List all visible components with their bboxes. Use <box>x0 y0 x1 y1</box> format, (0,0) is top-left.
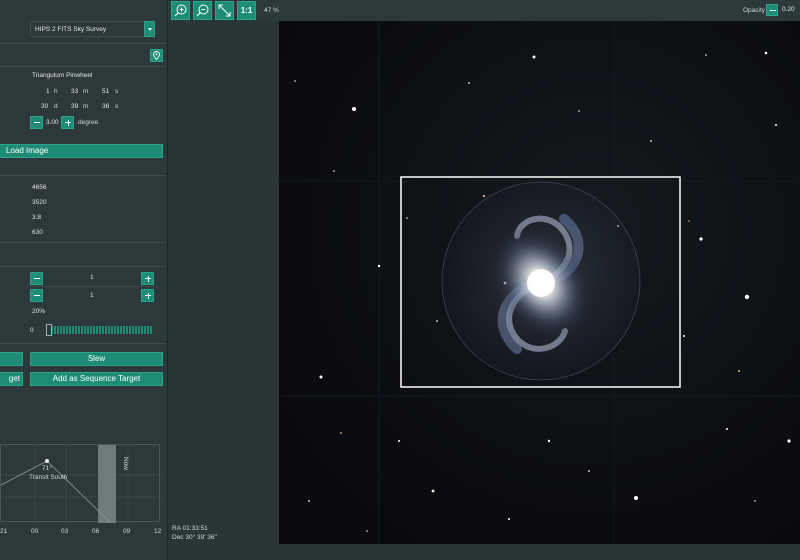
ra-minutes-field[interactable]: 33 <box>71 88 78 95</box>
current-time-band <box>98 445 116 523</box>
divider <box>0 266 165 267</box>
load-image-button[interactable]: Load Image <box>0 144 163 158</box>
horizontal-panels-decrease-button[interactable] <box>30 272 43 285</box>
fov-field[interactable]: 3.00 <box>46 119 59 126</box>
transit-marker <box>45 459 49 463</box>
divider <box>0 242 165 243</box>
ra-hours-unit: h <box>54 88 58 95</box>
app-window: HIPS 2 FITS Sky Survey Triangulum Pinwhe… <box>0 0 800 560</box>
time-tick: 12 <box>154 528 162 535</box>
fov-unit: degree <box>78 119 99 126</box>
chevron-down-icon[interactable] <box>144 21 155 37</box>
focal-length-field[interactable]: 630 <box>32 229 43 236</box>
vertical-panels-decrease-button[interactable] <box>30 289 43 302</box>
divider <box>0 175 165 176</box>
dec-minutes-field[interactable]: 39 <box>71 103 78 110</box>
ra-readout: RA 01:33:51 <box>172 525 208 532</box>
fov-increase-button[interactable] <box>61 116 74 129</box>
opacity-value[interactable]: 0.20 <box>780 4 796 16</box>
dec-degrees-unit: d <box>54 103 58 110</box>
opacity-decrease-button[interactable] <box>766 4 778 16</box>
image-toolbar: 1:1 47 % Opacity 0.20 <box>168 0 800 21</box>
one-to-one-button[interactable]: 1:1 <box>237 1 256 20</box>
altitude-curve <box>1 460 112 523</box>
zoom-in-icon[interactable] <box>171 1 190 20</box>
zoom-out-icon[interactable] <box>193 1 212 20</box>
cursor-coordinates: RA 01:33:51 Dec 30° 39' 36" <box>172 524 217 542</box>
now-label: Now <box>122 457 129 471</box>
framing-panel: HIPS 2 FITS Sky Survey Triangulum Pinwhe… <box>0 0 168 560</box>
horizontal-panels-field[interactable]: 1 <box>90 274 94 281</box>
peak-altitude-label: 71° <box>42 465 52 472</box>
target-name-field[interactable]: Triangulum Pinwheel <box>32 72 92 79</box>
fov-decrease-button[interactable] <box>30 116 43 129</box>
ra-hours-field[interactable]: 1 <box>46 88 50 95</box>
divider <box>0 343 165 344</box>
vertical-panels-increase-button[interactable] <box>141 289 154 302</box>
dec-degrees-field[interactable]: 30 <box>41 103 48 110</box>
left-action-button[interactable] <box>0 352 23 366</box>
slew-button[interactable]: Slew <box>30 352 163 366</box>
ra-seconds-unit: s <box>115 88 119 95</box>
time-tick: 00 <box>31 528 39 535</box>
dec-readout: Dec 30° 39' 36" <box>172 534 217 541</box>
zoom-percent: 47 % <box>264 7 279 14</box>
rotation-slider[interactable] <box>48 326 152 334</box>
divider <box>0 43 165 44</box>
divider <box>0 66 165 67</box>
altitude-chart-canvas <box>1 445 161 523</box>
dec-seconds-unit: s <box>115 103 119 110</box>
dec-minutes-unit: m <box>83 103 89 110</box>
opacity-label: Opacity <box>743 7 766 14</box>
rotation-value: 0 <box>30 327 34 334</box>
rotation-slider-thumb[interactable] <box>46 324 52 336</box>
divider <box>30 286 155 287</box>
time-tick: 06 <box>92 528 100 535</box>
transit-label: Transit South <box>29 474 68 481</box>
ra-seconds-field[interactable]: 51 <box>102 88 109 95</box>
add-sequence-target-button[interactable]: Add as Sequence Target <box>30 372 163 386</box>
time-tick: 03 <box>61 528 69 535</box>
set-target-button[interactable]: get <box>0 372 23 386</box>
altitude-chart: 71° Transit South Now <box>0 444 161 523</box>
fit-to-window-icon[interactable] <box>215 1 234 20</box>
sky-image-view[interactable] <box>279 21 800 544</box>
camera-height-field[interactable]: 3520 <box>32 199 46 206</box>
location-pin-icon[interactable] <box>150 49 163 62</box>
overlap-field[interactable]: 20% <box>32 308 45 315</box>
time-tick: 09 <box>123 528 131 535</box>
sky-image <box>279 21 800 544</box>
time-tick: 21 <box>0 528 8 535</box>
horizontal-panels-increase-button[interactable] <box>141 272 154 285</box>
image-source-select[interactable]: HIPS 2 FITS Sky Survey <box>30 21 155 37</box>
vertical-panels-field[interactable]: 1 <box>90 292 94 299</box>
camera-width-field[interactable]: 4656 <box>32 184 46 191</box>
dec-seconds-field[interactable]: 36 <box>102 103 109 110</box>
ra-minutes-unit: m <box>83 88 89 95</box>
image-source-value: HIPS 2 FITS Sky Survey <box>35 26 107 33</box>
pixel-size-field[interactable]: 3.8 <box>32 214 41 221</box>
status-bar <box>168 544 800 560</box>
